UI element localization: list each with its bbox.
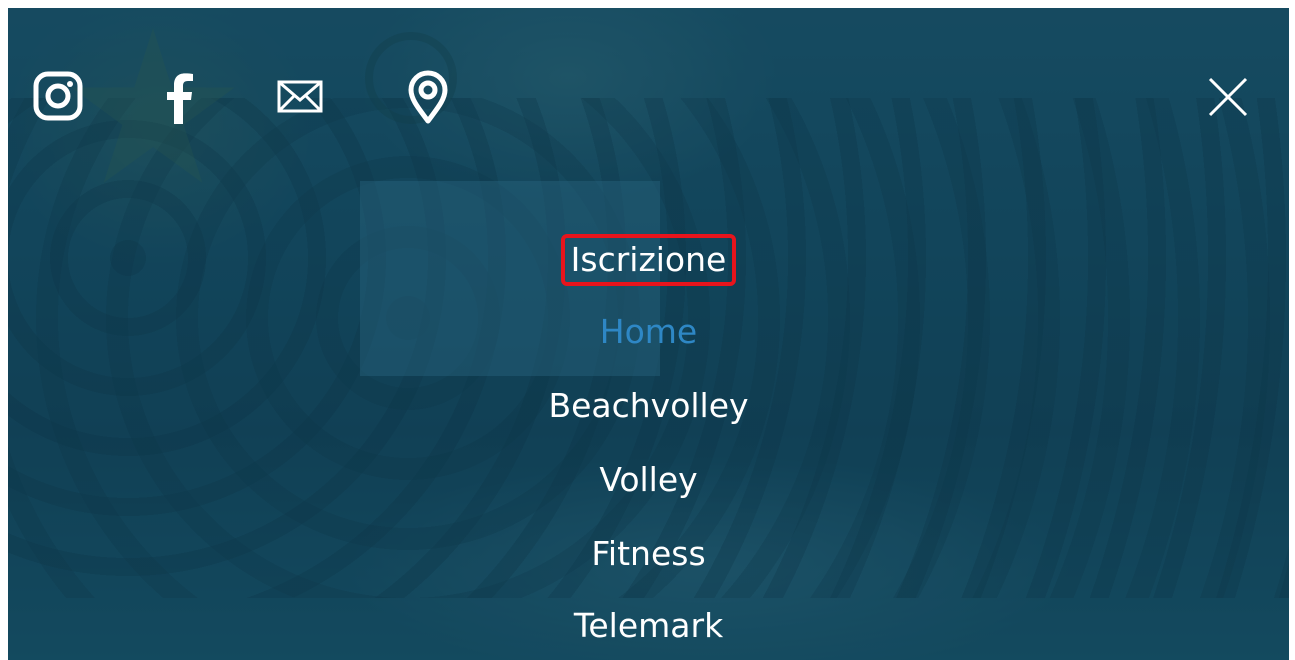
menu-item-volley[interactable]: Volley (8, 460, 1289, 500)
menu-item-label: Telemark (573, 606, 724, 645)
menu-item-beachvolley[interactable]: Beachvolley (8, 386, 1289, 426)
menu-item-label: Fitness (591, 534, 706, 573)
location-pin-icon[interactable] (398, 66, 458, 126)
menu-item-home[interactable]: Home (8, 312, 1289, 352)
mail-icon[interactable] (270, 66, 330, 126)
menu-item-label: Iscrizione (560, 234, 737, 286)
close-icon[interactable] (1206, 75, 1250, 119)
instagram-icon[interactable] (28, 66, 88, 126)
menu-item-iscrizione[interactable]: Iscrizione (8, 234, 1289, 286)
menu-item-label: Beachvolley (548, 386, 749, 425)
menu-item-label: Home (599, 312, 698, 351)
menu-item-label: Volley (599, 460, 698, 499)
menu-overlay: Iscrizione Home Beachvolley Volley Fitne… (8, 8, 1289, 660)
facebook-icon[interactable] (150, 66, 210, 126)
menu-item-telemark[interactable]: Telemark (8, 606, 1289, 646)
menu-item-fitness[interactable]: Fitness (8, 534, 1289, 574)
